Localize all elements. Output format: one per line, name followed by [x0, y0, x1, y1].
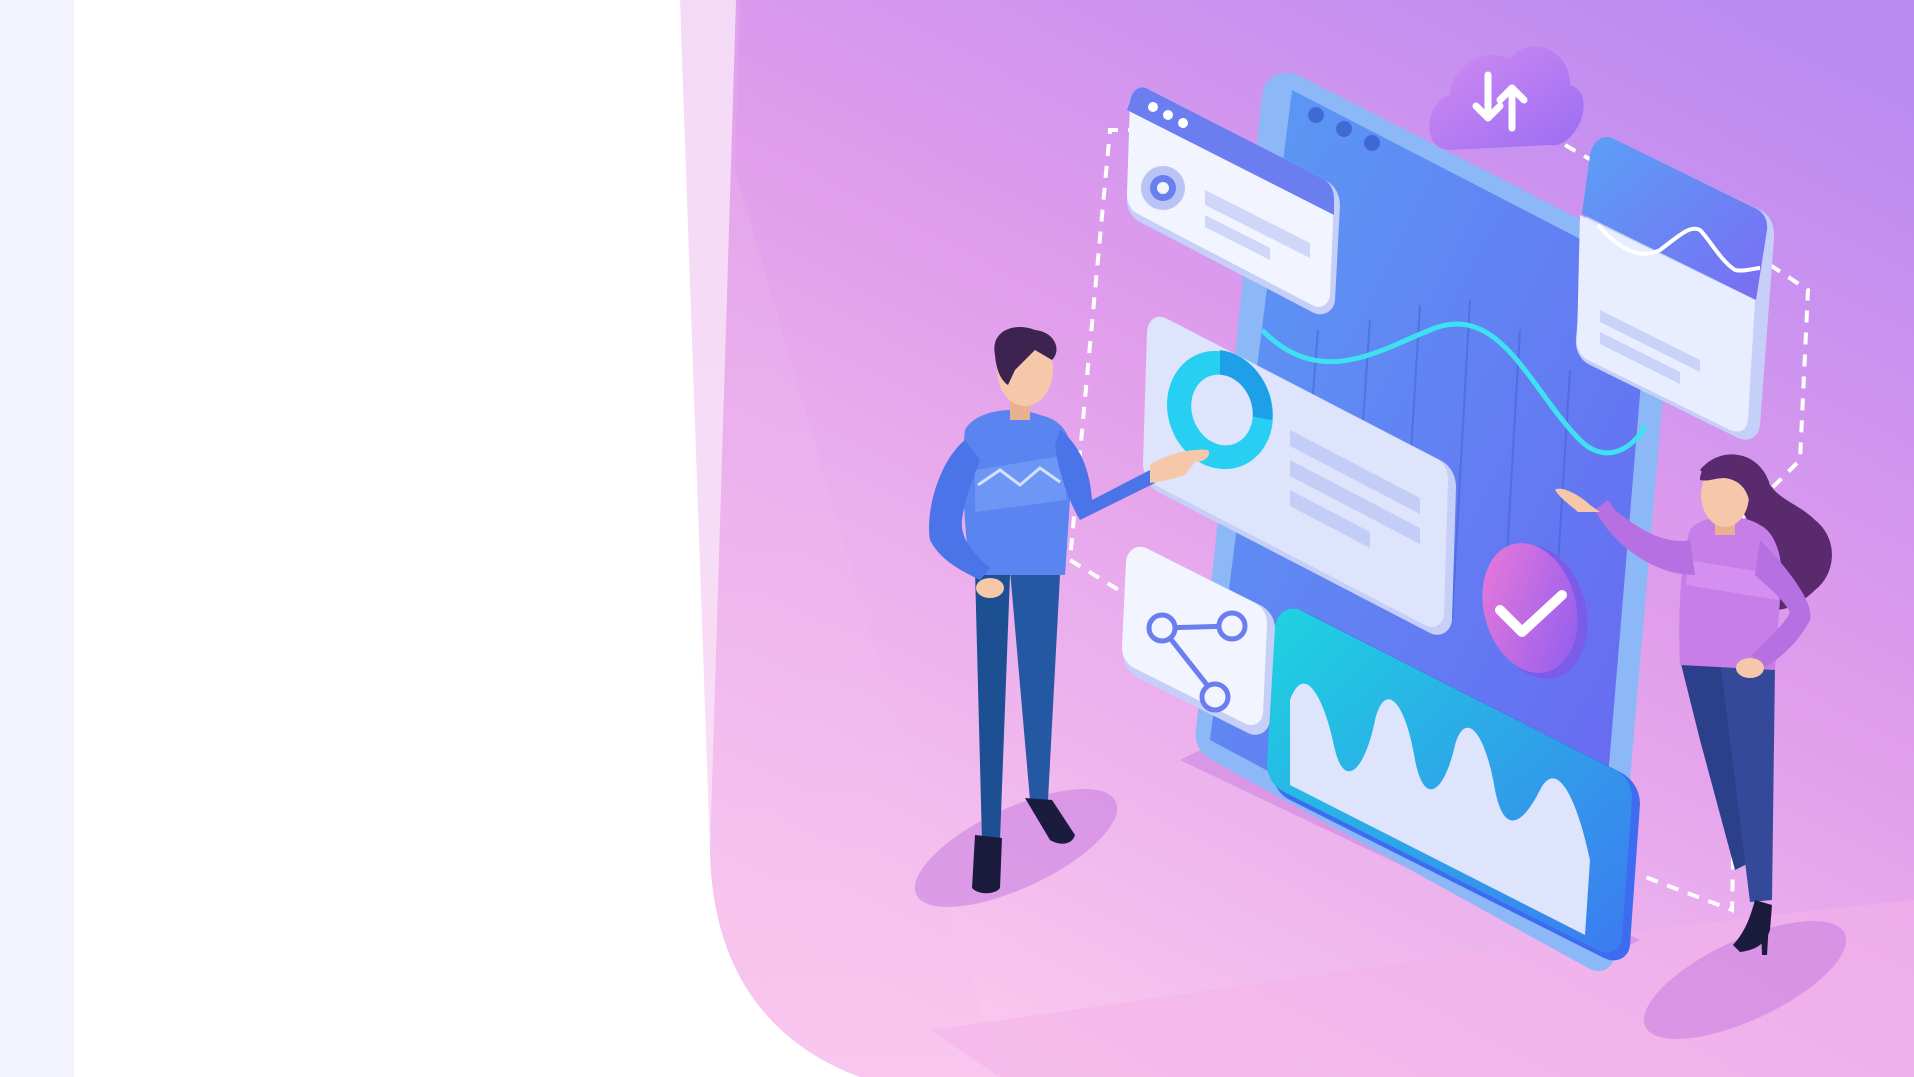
page [0, 0, 1914, 1077]
hero-illustration [680, 0, 1914, 1077]
